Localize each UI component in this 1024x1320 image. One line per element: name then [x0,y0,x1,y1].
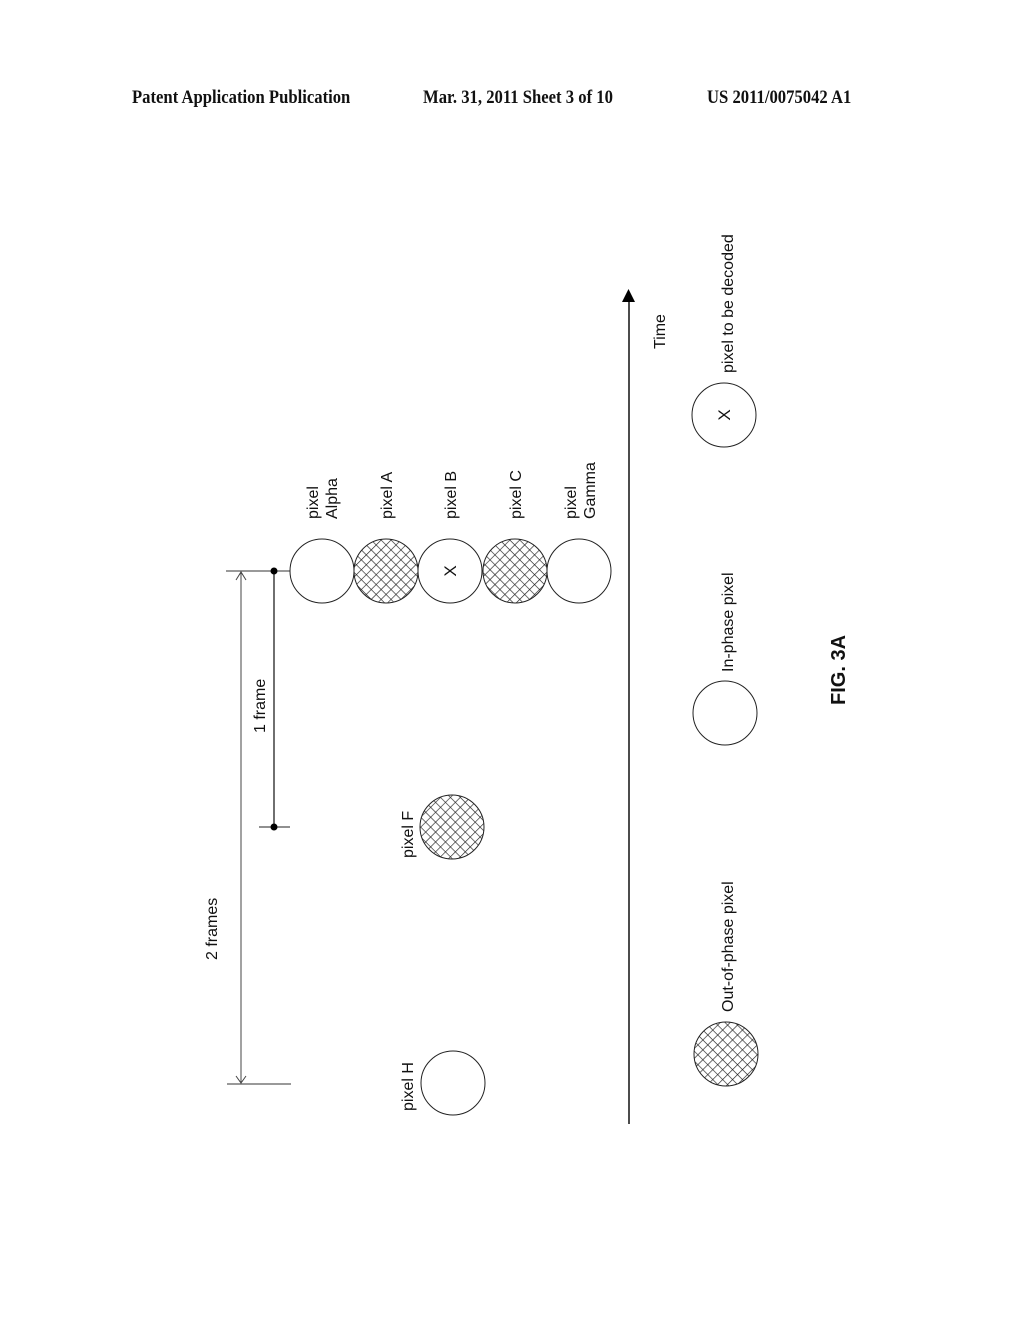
pixel-alpha-circle [289,538,355,604]
legend-in-phase-label: In-phase pixel [720,572,737,672]
time-axis-label: Time [652,314,669,349]
pixel-alpha-label-1: pixel [305,486,322,519]
legend-item-in-phase: In-phase pixel [692,572,758,746]
endpoint-dot [270,567,278,575]
figure-caption: FIG. 3A [828,635,850,705]
legend-out-of-phase-label: Out-of-phase pixel [720,881,737,1012]
pixel-h: pixel H [400,1050,486,1116]
endpoint-dot [270,823,278,831]
pixel-a-circle [353,538,419,604]
pixel-c-circle [482,538,548,604]
pixel-row: X pixel Alpha pixel A pixel B pixel C pi… [289,462,612,604]
label-2-frames: 2 frames [204,898,221,960]
legend-to-be-decoded-label: pixel to be decoded [720,234,737,373]
arrow-up-icon [622,289,635,302]
pixel-b-label: pixel B [443,471,460,519]
time-axis: Time [622,289,669,1124]
pixel-gamma-label-1: pixel [563,486,580,519]
pixel-gamma-label-2: Gamma [582,462,599,519]
figure-diagram: 2 frames 1 frame X pixel Alpha pixel A p… [204,234,850,1124]
x-mark-icon: X [441,565,460,576]
pixel-h-label: pixel H [400,1062,417,1111]
dimension-1-frame: 1 frame [252,567,290,831]
pixel-f-circle [419,794,485,860]
legend-in-phase-circle [692,680,758,746]
legend: X pixel to be decoded In-phase pixel Out… [691,234,759,1087]
pixel-h-circle [420,1050,486,1116]
x-mark-icon: X [715,409,734,420]
pixel-f: pixel F [400,794,485,860]
pixel-gamma-circle [546,538,612,604]
pixel-a-label: pixel A [379,472,396,519]
legend-out-of-phase-circle [693,1021,759,1087]
legend-item-out-of-phase: Out-of-phase pixel [693,881,759,1087]
label-1-frame: 1 frame [252,679,269,733]
pixel-f-label: pixel F [400,811,417,858]
pixel-alpha-label-2: Alpha [324,478,341,519]
legend-item-to-be-decoded: X pixel to be decoded [691,234,757,448]
pixel-c-label: pixel C [508,470,525,519]
